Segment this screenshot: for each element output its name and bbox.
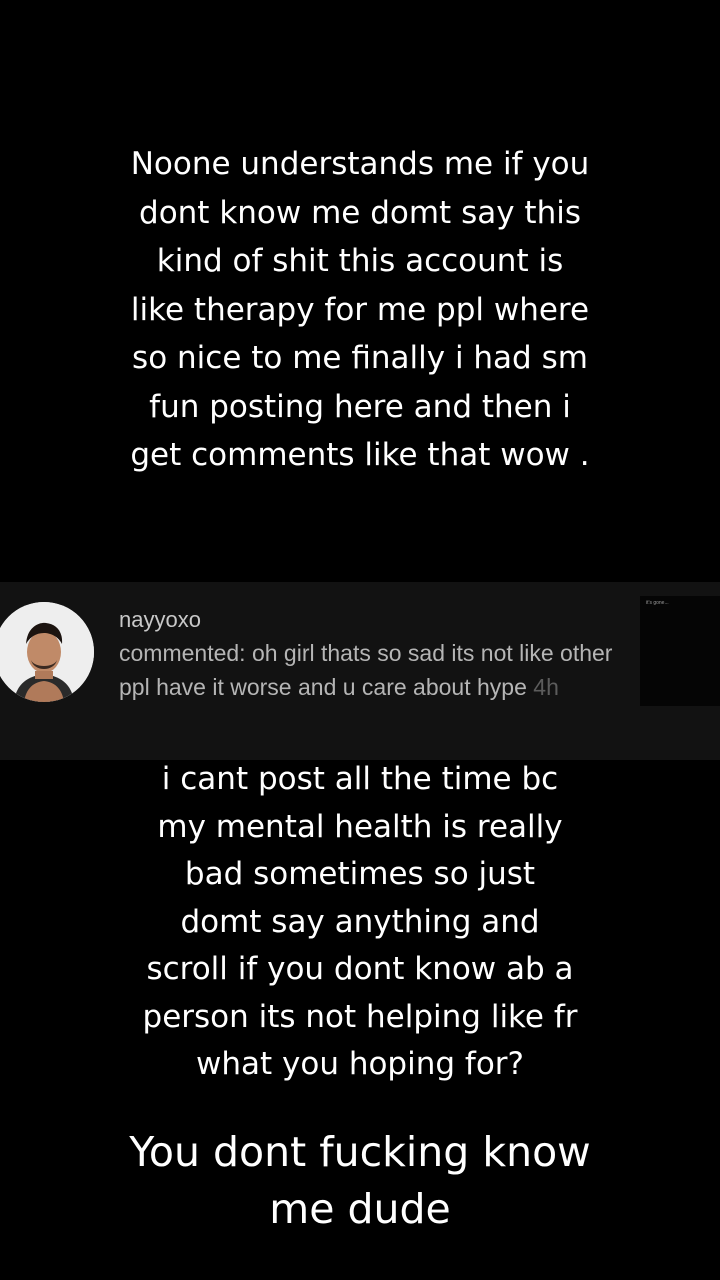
thumbnail-caption: it's gone... bbox=[646, 600, 669, 606]
video-thumbnail[interactable]: it's gone... bbox=[640, 596, 720, 706]
caption-middle: i cant post all the time bc my mental he… bbox=[142, 761, 578, 1082]
comment-username[interactable]: nayyoxo bbox=[119, 604, 619, 636]
caption-bottom: You dont fucking know me dude bbox=[129, 1128, 591, 1233]
comment-timestamp: 4h bbox=[533, 674, 559, 700]
caption-top: Noone understands me if you dont know me… bbox=[130, 146, 590, 473]
comment-body: commented: oh girl thats so sad its not … bbox=[119, 636, 619, 704]
comment-content: nayyoxo commented: oh girl thats so sad … bbox=[119, 604, 619, 704]
